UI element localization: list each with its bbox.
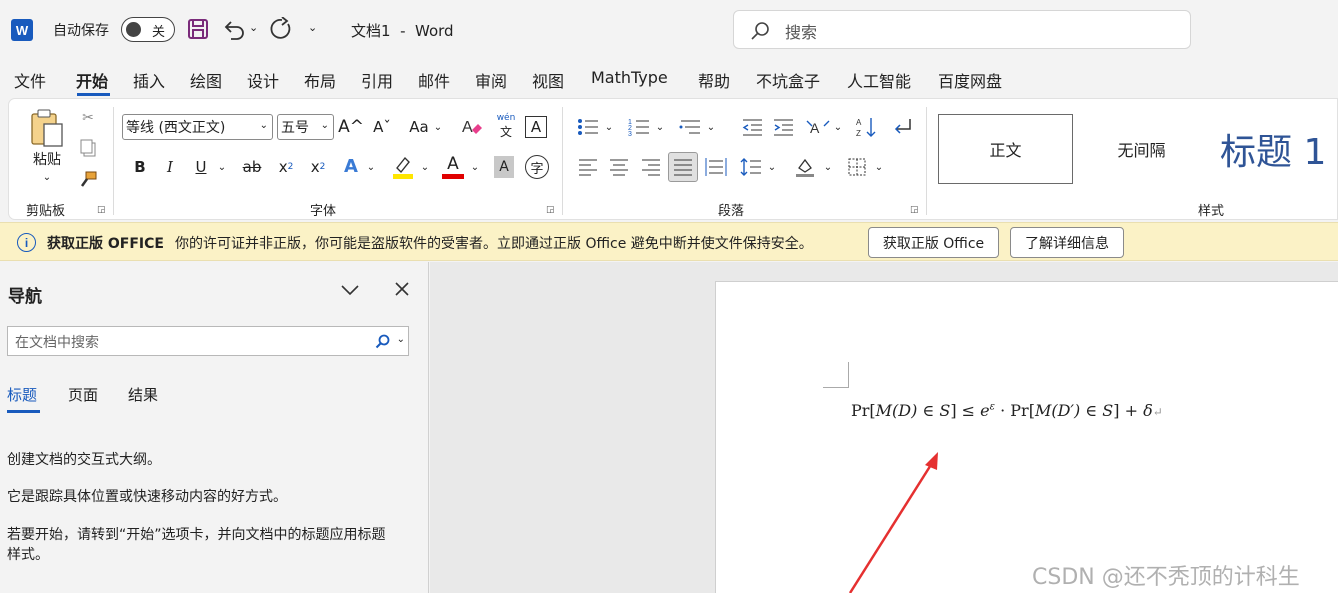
watermark: CSDN @还不秃顶的计科生 <box>1032 565 1300 590</box>
red-arrow-annotation <box>848 452 938 593</box>
